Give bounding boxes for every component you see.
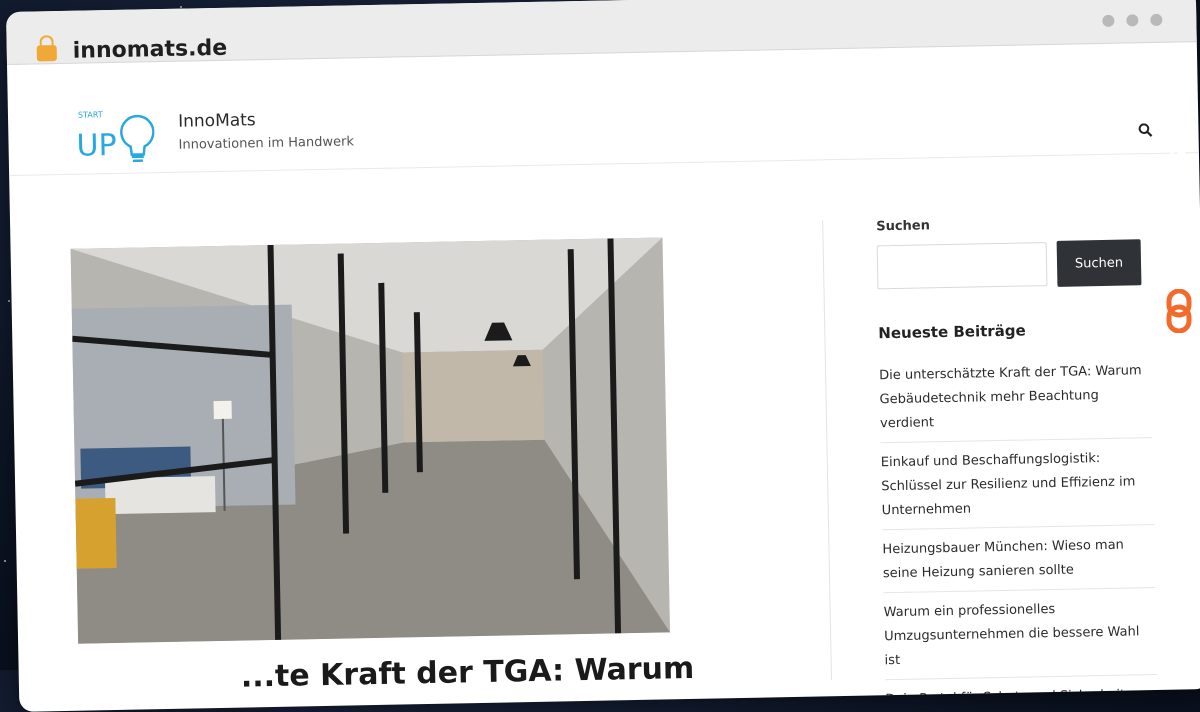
- search-input[interactable]: [876, 242, 1048, 290]
- article-heading[interactable]: ...te Kraft der TGA: Warum: [240, 651, 694, 695]
- logo-main-text: UP: [76, 128, 117, 164]
- guestpostlinks-badge: GUESTPOSTLINKS: [1162, 58, 1196, 358]
- recent-posts-title: Neueste Beiträge: [878, 321, 1026, 343]
- site-title[interactable]: InnoMats: [178, 110, 256, 131]
- window-dot[interactable]: [1102, 14, 1115, 27]
- recent-post-link[interactable]: Warum ein professionelles Umzugsunterneh…: [883, 588, 1157, 681]
- startup-bulb-logo[interactable]: START UP: [74, 106, 155, 164]
- recent-post-link[interactable]: Die unterschätzte Kraft der TGA: Warum G…: [878, 351, 1153, 444]
- featured-image-office-corridor[interactable]: [70, 237, 671, 644]
- window-controls: [1102, 13, 1163, 27]
- search-button[interactable]: Suchen: [1056, 239, 1142, 287]
- site-description: Innovationen im Handwerk: [178, 134, 355, 153]
- recent-post-link[interactable]: Heizungsbauer München: Wieso man seine H…: [882, 525, 1156, 594]
- window-dot[interactable]: [1150, 13, 1163, 27]
- sidebar: Suchen Suchen Neueste Beiträge Die unter…: [876, 214, 1158, 712]
- recent-post-link[interactable]: Dein Portal für Schutz und Sicherheit: [885, 675, 1158, 712]
- search-widget-label: Suchen: [876, 218, 931, 235]
- chain-link-icon: [1166, 288, 1192, 333]
- logo-small-text: START: [78, 110, 103, 119]
- recent-posts-list: Die unterschätzte Kraft der TGA: Warum G…: [878, 351, 1158, 712]
- lock-icon: [36, 45, 57, 62]
- window-dot[interactable]: [1126, 14, 1139, 27]
- browser-window: innomats.de START UP InnoMats Innovation…: [6, 0, 1200, 712]
- site-header: START UP InnoMats Innovationen im Handwe…: [7, 42, 1199, 176]
- search-icon[interactable]: [1138, 123, 1153, 137]
- content-divider: [822, 220, 832, 681]
- recent-post-link[interactable]: Einkauf und Beschaffungslogistik: Schlüs…: [880, 438, 1155, 531]
- search-widget: Suchen: [876, 239, 1150, 290]
- url-text[interactable]: innomats.de: [73, 36, 228, 64]
- badge-text: GUESTPOSTLINKS: [1167, 58, 1191, 283]
